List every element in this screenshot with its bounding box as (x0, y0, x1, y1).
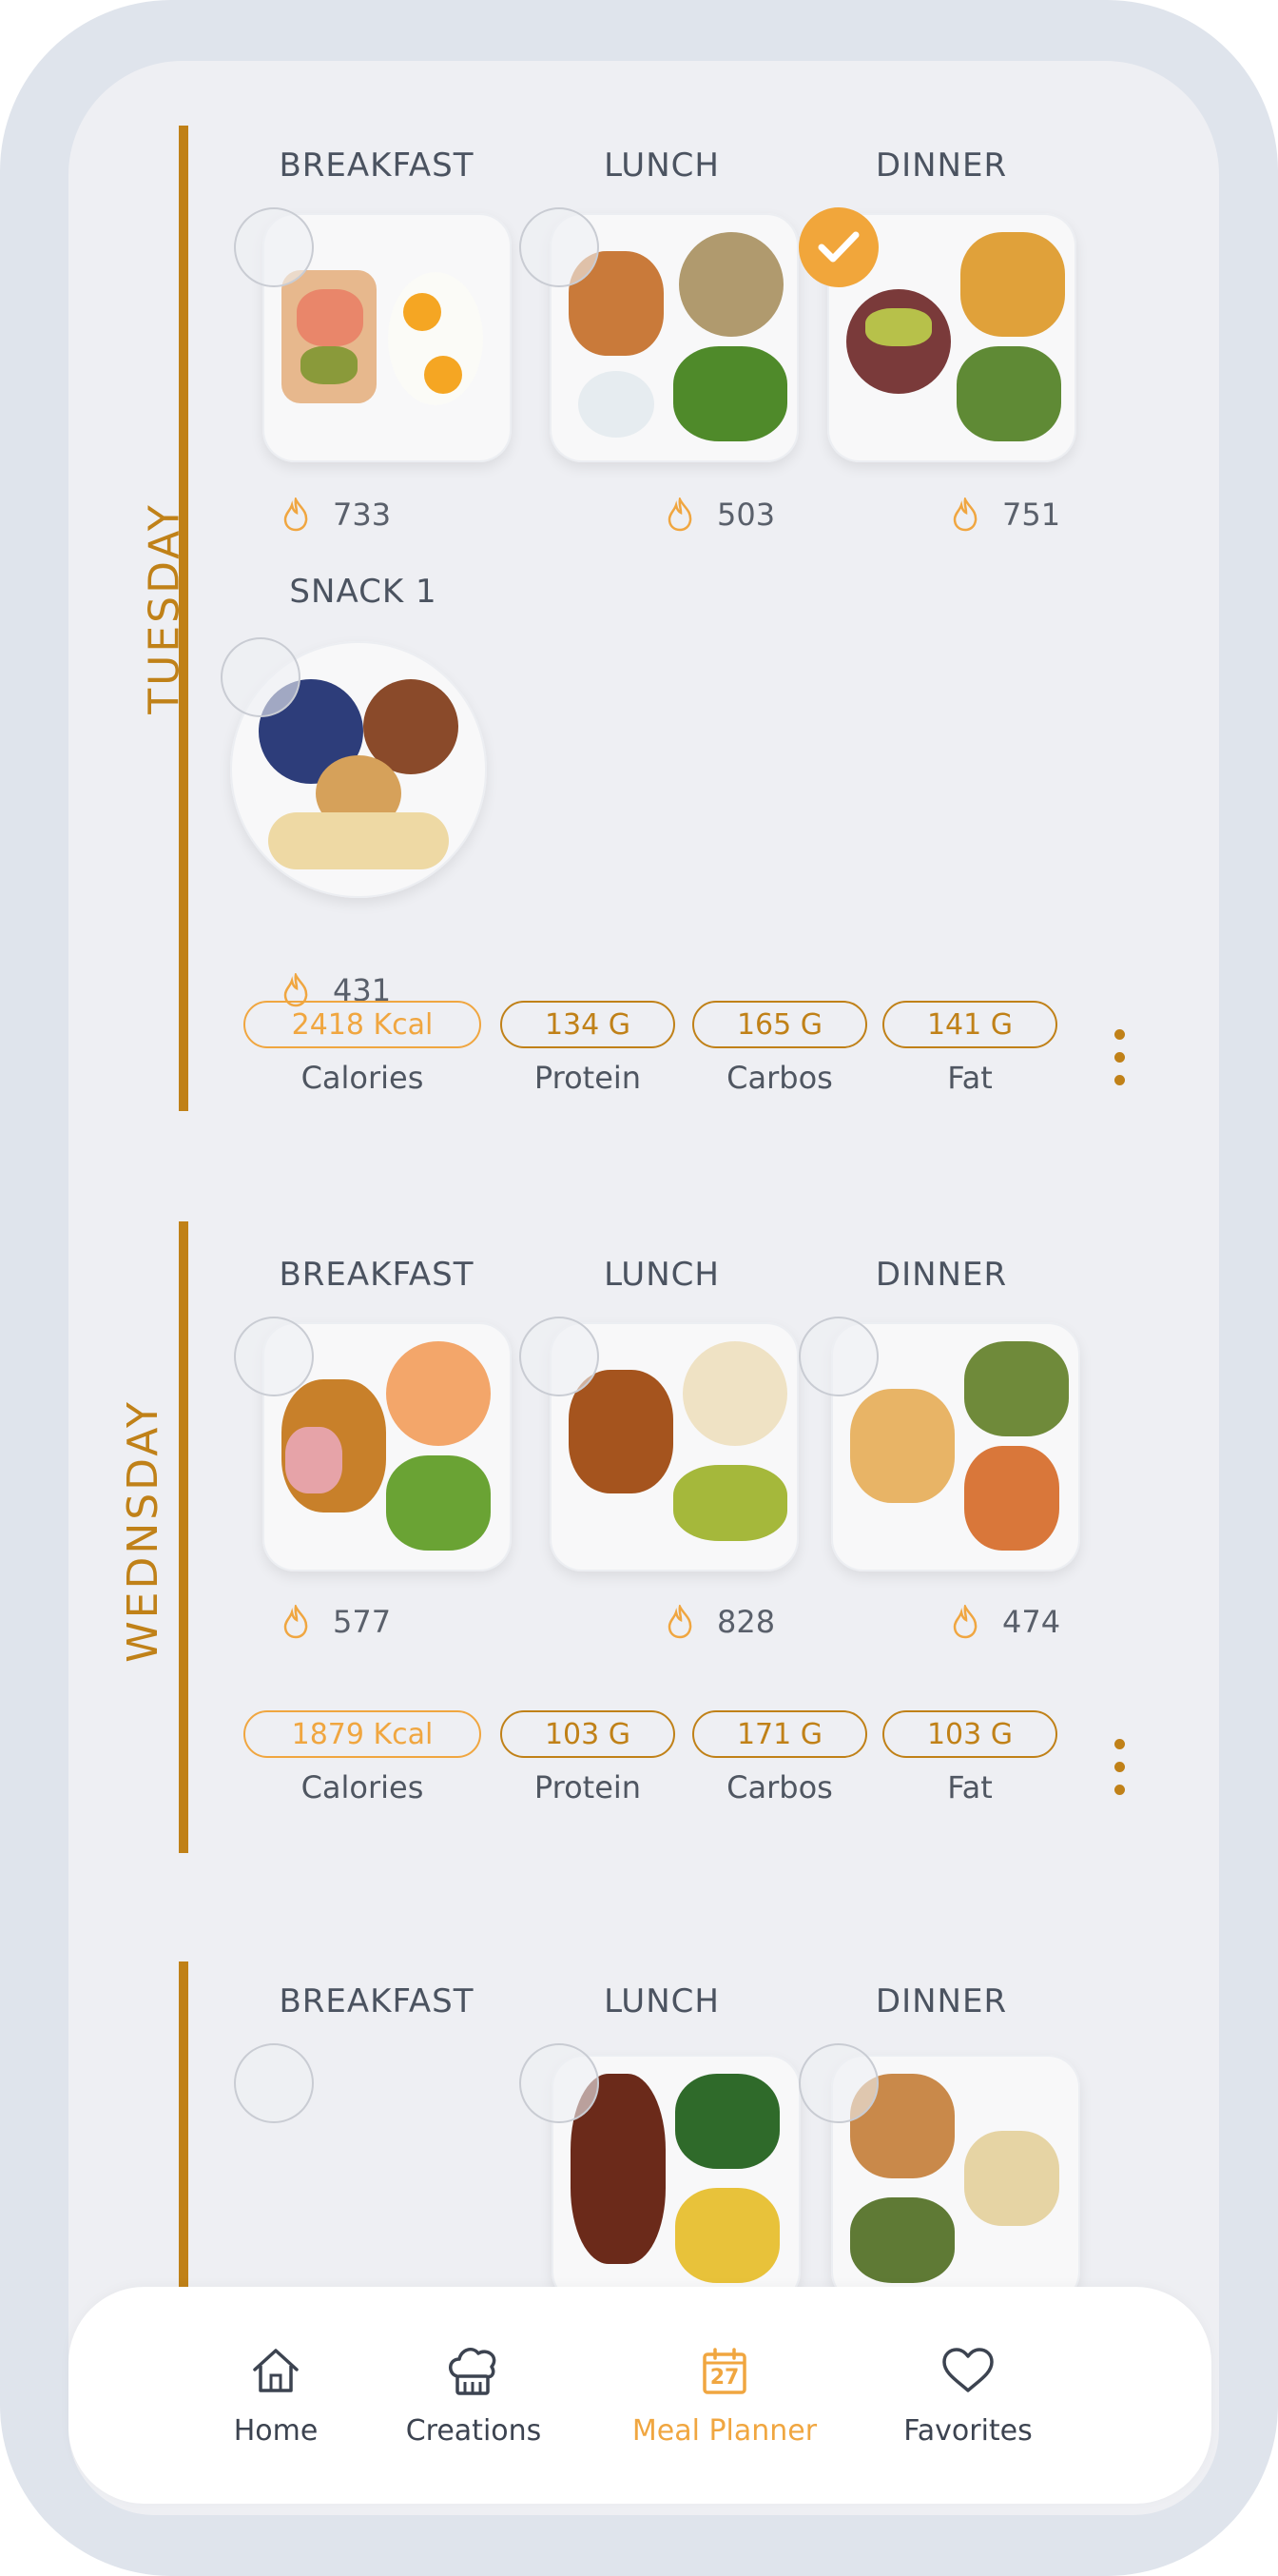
fat-pill: 103 G (882, 1710, 1057, 1758)
meal-calories: 733 (281, 497, 391, 533)
home-icon (253, 2349, 299, 2392)
chef-hat-icon (449, 2348, 496, 2395)
meal-kcal-value: 751 (1002, 497, 1061, 533)
flame-icon (668, 498, 692, 532)
protein-label: Protein (533, 1060, 642, 1096)
calories-label: Calories (300, 1769, 424, 1805)
calories-label: Calories (300, 1060, 424, 1096)
bottom-navigation: Home Creations 27 Meal Planner Favorites (68, 2287, 1211, 2504)
meal-planner-screen: TUESDAY BREAKFAST 733 LUNCH 503 DINNER 7… (68, 61, 1219, 2515)
meal-calories: 828 (666, 1604, 775, 1640)
carbos-label: Carbos (726, 1769, 833, 1805)
nav-creations[interactable]: Creations (369, 2344, 578, 2448)
meal-title: BREAKFAST (279, 1982, 474, 2020)
select-meal-checkbox[interactable] (519, 207, 599, 287)
protein-pill: 103 G (500, 1710, 675, 1758)
select-meal-checkbox-checked[interactable] (799, 207, 879, 287)
heart-icon (942, 2348, 994, 2392)
meal-title: DINNER (875, 146, 1008, 185)
carbos-pill: 165 G (692, 1001, 867, 1048)
meal-title: DINNER (875, 1982, 1008, 2020)
select-meal-checkbox[interactable] (799, 1317, 879, 1396)
meal-kcal-value: 733 (333, 497, 392, 533)
carbos-pill: 171 G (692, 1710, 867, 1758)
select-meal-checkbox[interactable] (221, 637, 300, 717)
flame-icon (953, 1605, 978, 1639)
nav-home[interactable]: Home (171, 2344, 380, 2448)
meal-kcal-value: 503 (717, 497, 776, 533)
meal-title: LUNCH (604, 146, 720, 185)
meal-kcal-value: 828 (717, 1604, 776, 1640)
carbos-label: Carbos (726, 1060, 833, 1096)
select-meal-checkbox[interactable] (519, 2043, 599, 2123)
select-meal-checkbox[interactable] (234, 2043, 314, 2123)
flame-icon (668, 1605, 692, 1639)
meal-title: BREAKFAST (279, 1256, 474, 1294)
meal-title: BREAKFAST (279, 146, 474, 185)
nav-favorites[interactable]: Favorites (863, 2344, 1073, 2448)
flame-icon (953, 498, 978, 532)
meal-title: SNACK 1 (289, 573, 437, 611)
meal-title: LUNCH (604, 1982, 720, 2020)
fat-label: Fat (947, 1060, 993, 1096)
nav-favorites-label: Favorites (903, 2414, 1033, 2448)
more-vertical-icon[interactable] (1114, 1029, 1126, 1098)
more-vertical-icon[interactable] (1114, 1739, 1126, 1807)
meal-calories: 474 (951, 1604, 1060, 1640)
protein-pill: 134 G (500, 1001, 675, 1048)
select-meal-checkbox[interactable] (519, 1317, 599, 1396)
meal-calories: 751 (951, 497, 1060, 533)
nav-home-label: Home (233, 2414, 319, 2448)
calories-pill: 2418 Kcal (243, 1001, 481, 1048)
flame-icon (283, 1605, 308, 1639)
meal-kcal-value: 577 (333, 1604, 392, 1640)
meal-title: DINNER (875, 1256, 1008, 1294)
nav-meal-planner[interactable]: 27 Meal Planner (616, 2344, 833, 2448)
day-accent-bar (179, 1221, 188, 1853)
meal-calories: 503 (666, 497, 775, 533)
device-frame: TUESDAY BREAKFAST 733 LUNCH 503 DINNER 7… (0, 0, 1278, 2576)
meal-kcal-value: 474 (1002, 1604, 1061, 1640)
calories-pill: 1879 Kcal (243, 1710, 481, 1758)
meal-calories: 577 (281, 1604, 391, 1640)
nav-creations-label: Creations (405, 2414, 542, 2448)
day-label: TUESDAY (140, 502, 189, 714)
calendar-icon: 27 (702, 2347, 747, 2394)
select-meal-checkbox[interactable] (234, 1317, 314, 1396)
fat-pill: 141 G (882, 1001, 1057, 1048)
day-label: WEDNSDAY (118, 1399, 167, 1663)
protein-label: Protein (533, 1769, 642, 1805)
calendar-date: 27 (709, 2366, 740, 2390)
check-icon (818, 231, 860, 263)
nav-meal-planner-label: Meal Planner (631, 2414, 818, 2448)
meal-title: LUNCH (604, 1256, 720, 1294)
flame-icon (283, 498, 308, 532)
fat-label: Fat (947, 1769, 993, 1805)
select-meal-checkbox[interactable] (799, 2043, 879, 2123)
select-meal-checkbox[interactable] (234, 207, 314, 287)
